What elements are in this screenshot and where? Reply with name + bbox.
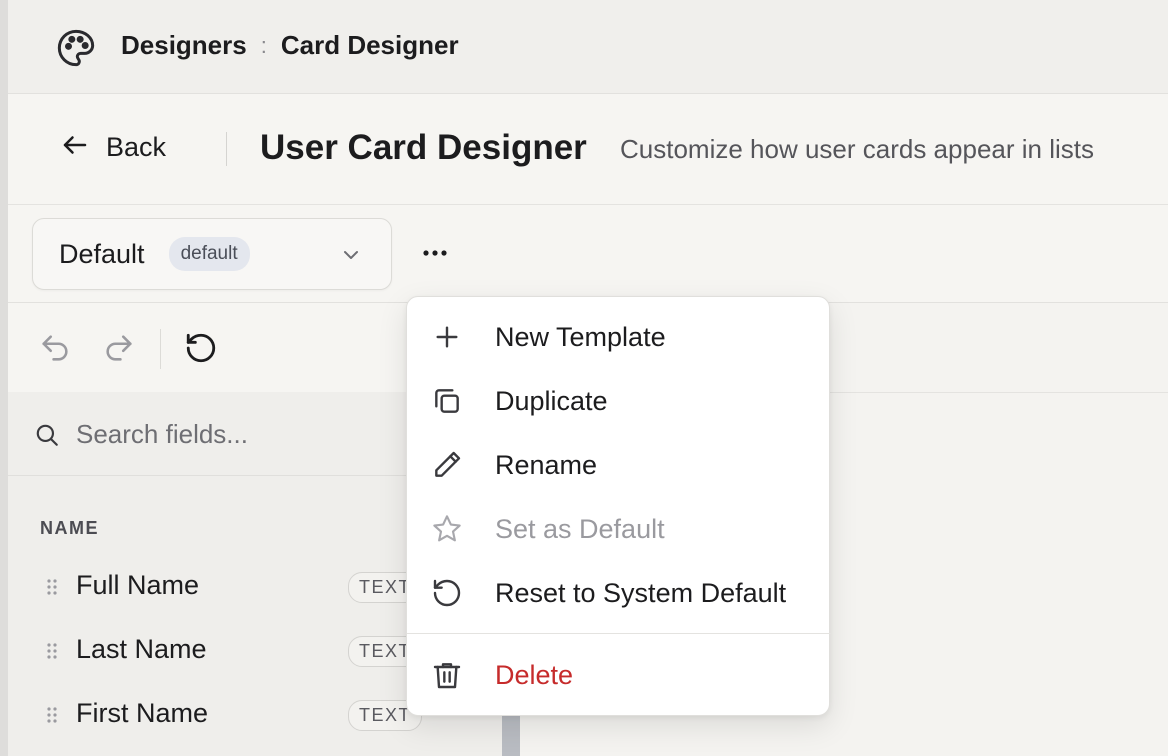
menu-item-label: Reset to System Default	[495, 578, 787, 608]
more-options-icon[interactable]	[420, 243, 450, 263]
reset-icon	[431, 577, 463, 609]
field-label: Last Name	[76, 634, 207, 664]
plus-icon	[431, 321, 463, 353]
pencil-icon	[431, 449, 463, 481]
menu-item-label: Rename	[495, 450, 598, 480]
template-name: Default	[59, 238, 145, 269]
drag-handle-icon[interactable]	[46, 578, 58, 601]
breadcrumb: Designers : Card Designer	[121, 30, 459, 61]
search-icon	[34, 422, 60, 453]
page-header: Back User Card Designer Customize how us…	[8, 94, 1168, 205]
menu-item-label: Delete	[495, 660, 574, 690]
arrow-left-icon	[60, 130, 90, 165]
star-icon	[431, 513, 463, 545]
search-input[interactable]	[76, 414, 456, 454]
menu-item-new-template[interactable]: New Template	[407, 307, 831, 367]
menu-item-label: New Template	[495, 322, 666, 352]
breadcrumb-section[interactable]: Designers	[121, 30, 247, 61]
breadcrumb-current: Card Designer	[280, 30, 459, 60]
window-edge	[0, 0, 8, 756]
trash-icon	[431, 659, 463, 691]
page-title: User Card Designer	[260, 128, 587, 167]
breadcrumb-separator: :	[260, 32, 267, 58]
template-row: Default default	[8, 205, 1168, 303]
field-label: Full Name	[76, 570, 200, 600]
header-divider	[226, 132, 227, 166]
palette-icon	[56, 28, 96, 68]
back-label: Back	[106, 132, 167, 162]
redo-icon[interactable]	[102, 331, 136, 365]
chevron-down-icon	[339, 243, 363, 272]
template-select[interactable]: Default default	[32, 218, 392, 290]
undo-icon[interactable]	[38, 331, 72, 365]
menu-item-rename[interactable]: Rename	[407, 435, 831, 495]
default-badge: default	[168, 237, 250, 271]
reset-icon[interactable]	[184, 331, 218, 365]
menu-item-duplicate[interactable]: Duplicate	[407, 371, 831, 431]
drag-handle-icon[interactable]	[46, 642, 58, 665]
menu-item-set-default: Set as Default	[407, 499, 831, 559]
menu-item-reset-system-default[interactable]: Reset to System Default	[407, 563, 831, 623]
copy-icon	[431, 385, 463, 417]
page-subtitle: Customize how user cards appear in lists	[620, 134, 1094, 164]
menu-item-label: Set as Default	[495, 514, 665, 544]
back-button[interactable]: Back	[60, 130, 166, 165]
toolbar-divider	[160, 329, 161, 369]
menu-divider	[407, 633, 831, 634]
menu-item-delete[interactable]: Delete	[407, 645, 831, 705]
drag-handle-icon[interactable]	[46, 706, 58, 729]
field-label: First Name	[76, 698, 209, 728]
template-actions-menu: New Template Duplicate Rename Set as Def…	[406, 296, 831, 716]
top-bar: Designers : Card Designer	[8, 0, 1168, 94]
field-group-label: NAME	[40, 518, 99, 538]
menu-item-label: Duplicate	[495, 386, 608, 416]
